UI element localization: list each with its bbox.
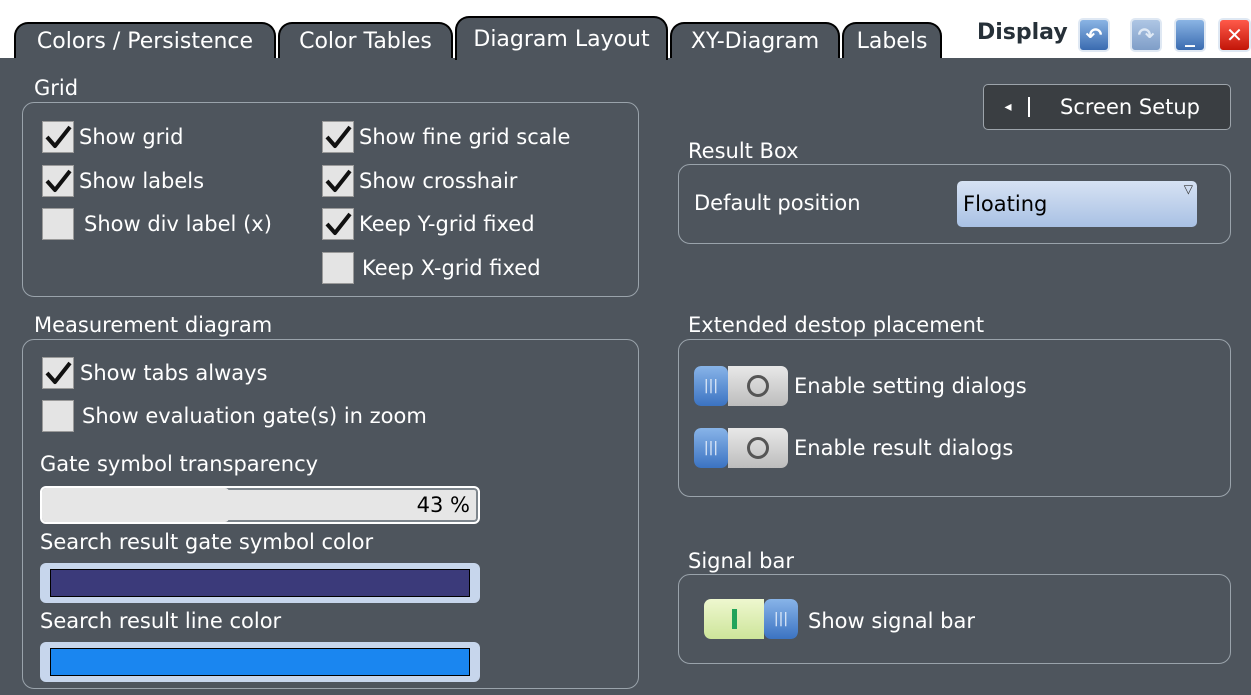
off-ring-icon — [747, 375, 769, 397]
tab-xy-diagram[interactable]: XY-Diagram — [670, 22, 840, 58]
tab-bar: Colors / Persistence Color Tables Diagra… — [0, 0, 1251, 60]
screen-setup-label: Screen Setup — [1060, 95, 1200, 119]
checkbox-label: Show evaluation gate(s) in zoom — [82, 404, 427, 428]
keep-x-grid-fixed-checkbox[interactable]: Keep X-grid fixed — [322, 251, 541, 285]
checkbox-label: Show tabs always — [80, 361, 268, 385]
search-gate-color-label: Search result gate symbol color — [40, 530, 374, 554]
checkbox-box[interactable] — [322, 121, 354, 153]
tab-labels[interactable]: Labels — [842, 22, 942, 58]
checkbox-label: Show crosshair — [359, 169, 518, 193]
toggle-off-indicator — [728, 366, 788, 406]
checkbox-box[interactable] — [42, 400, 74, 432]
checkbox-label: Keep X-grid fixed — [362, 256, 541, 280]
toggle-knob: ||| — [694, 428, 728, 468]
default-position-label: Default position — [694, 191, 861, 215]
checkbox-box[interactable] — [42, 165, 74, 197]
extended-section-title: Extended destop placement — [688, 313, 985, 337]
show-tabs-always-checkbox[interactable]: Show tabs always — [42, 356, 268, 390]
default-position-select[interactable]: Floating ▽ — [957, 181, 1197, 227]
dropdown-caret-icon: ▽ — [1183, 182, 1193, 196]
search-gate-color-swatch — [50, 569, 470, 597]
enable-setting-dialogs-label: Enable setting dialogs — [794, 374, 1027, 398]
keep-y-grid-fixed-checkbox[interactable]: Keep Y-grid fixed — [322, 207, 535, 241]
screen-setup-button[interactable]: ◂ Screen Setup — [983, 84, 1231, 130]
checkbox-box[interactable] — [322, 165, 354, 197]
measurement-section-title: Measurement diagram — [34, 313, 273, 337]
tab-colors-persistence[interactable]: Colors / Persistence — [14, 22, 276, 58]
checkbox-label: Show labels — [79, 169, 205, 193]
redo-button[interactable]: ↷ — [1130, 18, 1162, 52]
on-bar-icon — [731, 609, 737, 629]
extended-group — [678, 339, 1231, 497]
checkmark-icon — [325, 125, 352, 148]
minimize-button[interactable]: _ — [1174, 18, 1206, 52]
show-div-label-checkbox[interactable]: Show div label (x) — [42, 207, 272, 241]
show-crosshair-checkbox[interactable]: Show crosshair — [322, 164, 517, 198]
checkbox-label: Show div label (x) — [84, 212, 272, 236]
checkmark-icon — [45, 361, 72, 384]
signal-bar-section-title: Signal bar — [688, 549, 795, 573]
window-title: Display — [977, 20, 1068, 45]
gate-transparency-label: Gate symbol transparency — [40, 452, 319, 476]
tab-diagram-layout[interactable]: Diagram Layout — [455, 16, 668, 60]
close-button[interactable]: ✕ — [1218, 18, 1251, 52]
enable-result-dialogs-toggle[interactable]: ||| — [694, 428, 788, 468]
checkbox-box[interactable] — [322, 252, 354, 284]
show-signal-bar-toggle[interactable]: ||| — [704, 599, 798, 639]
checkmark-icon — [45, 125, 72, 148]
show-signal-bar-label: Show signal bar — [808, 609, 975, 633]
checkbox-box[interactable] — [322, 208, 354, 240]
toggle-on-indicator — [704, 599, 764, 639]
search-line-color-picker[interactable] — [40, 642, 480, 682]
gate-transparency-input[interactable]: 43 % — [40, 486, 480, 524]
search-gate-color-picker[interactable] — [40, 563, 480, 603]
result-box-section-title: Result Box — [688, 139, 799, 163]
collapse-arrow-icon: ◂ — [988, 97, 1030, 117]
gate-transparency-fill — [42, 488, 230, 522]
checkbox-box[interactable] — [42, 121, 74, 153]
search-line-color-swatch — [50, 648, 470, 676]
grid-section-title: Grid — [34, 76, 79, 100]
enable-setting-dialogs-toggle[interactable]: ||| — [694, 366, 788, 406]
enable-result-dialogs-label: Enable result dialogs — [794, 436, 1014, 460]
search-line-color-label: Search result line color — [40, 609, 282, 633]
checkbox-box[interactable] — [42, 357, 74, 389]
checkbox-label: Show fine grid scale — [359, 125, 571, 149]
undo-button[interactable]: ↶ — [1078, 18, 1110, 52]
checkbox-label: Show grid — [79, 125, 184, 149]
off-ring-icon — [747, 437, 769, 459]
close-icon: ✕ — [1226, 23, 1243, 47]
toggle-knob: ||| — [694, 366, 728, 406]
gate-transparency-value: 43 % — [416, 493, 470, 517]
toggle-knob: ||| — [764, 599, 798, 639]
redo-icon: ↷ — [1137, 23, 1155, 47]
show-fine-grid-scale-checkbox[interactable]: Show fine grid scale — [322, 120, 570, 154]
tab-color-tables[interactable]: Color Tables — [278, 22, 453, 58]
show-labels-checkbox[interactable]: Show labels — [42, 164, 204, 198]
checkbox-box[interactable] — [42, 208, 74, 240]
show-grid-checkbox[interactable]: Show grid — [42, 120, 183, 154]
checkbox-label: Keep Y-grid fixed — [359, 212, 535, 236]
undo-icon: ↶ — [1085, 23, 1103, 47]
minimize-icon: _ — [1185, 23, 1195, 47]
checkmark-icon — [45, 169, 72, 192]
checkmark-icon — [325, 212, 352, 235]
checkmark-icon — [325, 169, 352, 192]
default-position-value: Floating — [963, 192, 1048, 216]
toggle-off-indicator — [728, 428, 788, 468]
show-evaluation-gates-checkbox[interactable]: Show evaluation gate(s) in zoom — [42, 399, 427, 433]
